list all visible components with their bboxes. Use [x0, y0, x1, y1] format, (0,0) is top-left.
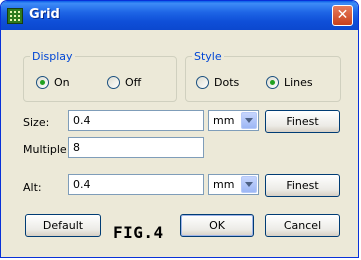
- display-group: Display On Off: [23, 50, 177, 102]
- size-unit-value: mm: [213, 114, 235, 127]
- style-group-label: Style: [192, 50, 224, 63]
- style-lines-radio[interactable]: Lines: [266, 76, 313, 89]
- window-title: Grid: [29, 7, 60, 22]
- display-on-label: On: [54, 76, 70, 89]
- size-unit-select[interactable]: mm: [208, 110, 259, 131]
- ok-button[interactable]: OK: [180, 214, 254, 237]
- figure-annotation: FIG.4: [113, 223, 164, 242]
- alt-unit-select[interactable]: mm: [208, 174, 259, 195]
- title-bar[interactable]: Grid ✕: [1, 1, 358, 30]
- radio-unchecked-icon: [196, 76, 209, 89]
- grid-dialog: Grid ✕ Display On Off Style Dots Lines S…: [0, 0, 359, 258]
- style-group: Style Dots Lines: [185, 50, 341, 102]
- radio-checked-icon: [266, 76, 279, 89]
- style-dots-label: Dots: [214, 76, 240, 89]
- alt-input[interactable]: 0.4: [68, 174, 204, 195]
- chevron-down-icon[interactable]: [241, 112, 257, 129]
- alt-unit-value: mm: [213, 178, 235, 191]
- size-finest-button[interactable]: Finest: [265, 110, 340, 133]
- close-button[interactable]: ✕: [332, 5, 353, 26]
- multiple-input[interactable]: 8: [68, 137, 204, 158]
- close-icon: ✕: [336, 7, 349, 23]
- style-dots-radio[interactable]: Dots: [196, 76, 239, 89]
- size-label: Size:: [23, 116, 50, 129]
- grid-app-icon: [7, 8, 23, 24]
- multiple-label: Multiple:: [23, 143, 71, 156]
- display-group-label: Display: [30, 50, 75, 63]
- display-on-radio[interactable]: On: [36, 76, 70, 89]
- default-button[interactable]: Default: [25, 214, 101, 237]
- style-lines-label: Lines: [284, 76, 313, 89]
- cancel-button[interactable]: Cancel: [265, 214, 340, 237]
- size-input[interactable]: 0.4: [68, 110, 204, 131]
- chevron-down-icon[interactable]: [241, 176, 257, 193]
- display-off-radio[interactable]: Off: [107, 76, 141, 89]
- radio-unchecked-icon: [107, 76, 120, 89]
- alt-finest-button[interactable]: Finest: [265, 174, 340, 197]
- radio-checked-icon: [36, 76, 49, 89]
- alt-label: Alt:: [23, 181, 42, 194]
- display-off-label: Off: [125, 76, 142, 89]
